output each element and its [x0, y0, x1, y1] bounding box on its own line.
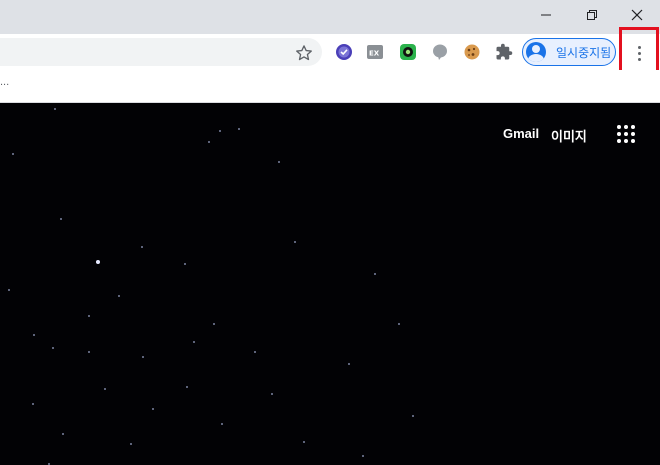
- apps-dot: [631, 125, 635, 129]
- star-dot: [186, 386, 188, 388]
- address-bar[interactable]: [0, 38, 322, 66]
- avatar: [526, 42, 546, 62]
- extension-button[interactable]: [398, 42, 418, 62]
- star-icon: [296, 45, 312, 61]
- bookmarks-overflow[interactable]: ...: [0, 76, 9, 88]
- minimize-button[interactable]: [523, 0, 569, 30]
- apps-dot: [624, 125, 628, 129]
- profile-status-label: 일시중지됨: [556, 45, 612, 60]
- star-dot: [254, 351, 256, 353]
- star-dot: [130, 443, 132, 445]
- star-dot: [54, 108, 56, 110]
- extension-button[interactable]: [430, 42, 450, 62]
- svg-text:EX: EX: [369, 50, 380, 58]
- star-dot: [238, 128, 240, 130]
- page-content: Gmail 이미지: [0, 103, 660, 465]
- highlight-box: [619, 27, 659, 74]
- extensions-menu-button[interactable]: [494, 42, 514, 62]
- minimize-icon: [541, 14, 551, 16]
- star-dot: [398, 323, 400, 325]
- star-dot: [219, 130, 221, 132]
- star-dot: [104, 388, 106, 390]
- apps-dot: [631, 139, 635, 143]
- close-icon: [631, 9, 643, 21]
- star-dot: [221, 423, 223, 425]
- cookie-icon: [464, 44, 480, 60]
- star-dot: [33, 334, 35, 336]
- apps-dot: [624, 139, 628, 143]
- star-dot: [348, 363, 350, 365]
- star-dot: [278, 161, 280, 163]
- star-dot: [184, 263, 186, 265]
- images-link[interactable]: 이미지: [551, 126, 587, 145]
- star-dot: [118, 295, 120, 297]
- close-button[interactable]: [614, 0, 660, 30]
- star-dot: [294, 241, 296, 243]
- green-circle-icon: [400, 44, 416, 60]
- apps-dot: [617, 139, 621, 143]
- star-dot: [88, 351, 90, 353]
- bookmark-star-button[interactable]: [294, 43, 314, 63]
- star-dot: [88, 315, 90, 317]
- star-dot: [271, 393, 273, 395]
- ex-icon: EX: [367, 45, 383, 59]
- star-dot: [208, 141, 210, 143]
- star-dot: [213, 323, 215, 325]
- apps-grid-button[interactable]: [617, 125, 635, 143]
- star-dot: [12, 153, 14, 155]
- extension-button[interactable]: [462, 42, 482, 62]
- speech-bubble-icon: [433, 44, 447, 60]
- star-dot: [8, 289, 10, 291]
- apps-dot: [617, 132, 621, 136]
- star-dot: [32, 403, 34, 405]
- gmail-link[interactable]: Gmail: [503, 126, 539, 141]
- apps-dot: [631, 132, 635, 136]
- star-dot: [152, 408, 154, 410]
- star-dot: [374, 273, 376, 275]
- star-dot: [412, 415, 414, 417]
- bright-star: [96, 260, 100, 264]
- star-dot: [52, 347, 54, 349]
- star-dot: [193, 341, 195, 343]
- apps-dot: [617, 125, 621, 129]
- bookmarks-bar: ...: [0, 70, 660, 103]
- star-dot: [142, 356, 144, 358]
- profile-button[interactable]: 일시중지됨: [522, 38, 616, 66]
- extension-button[interactable]: [334, 42, 354, 62]
- title-bar: [0, 0, 660, 34]
- restore-icon: [587, 10, 597, 20]
- browser-toolbar: EX 일시중지됨: [0, 34, 660, 70]
- puzzle-icon: [496, 43, 513, 60]
- extension-button[interactable]: EX: [365, 42, 385, 62]
- star-dot: [362, 455, 364, 457]
- restore-button[interactable]: [569, 0, 615, 30]
- star-dot: [141, 246, 143, 248]
- star-dot: [62, 433, 64, 435]
- star-dot: [60, 218, 62, 220]
- apps-dot: [624, 132, 628, 136]
- check-circle-icon: [336, 44, 352, 60]
- star-dot: [303, 441, 305, 443]
